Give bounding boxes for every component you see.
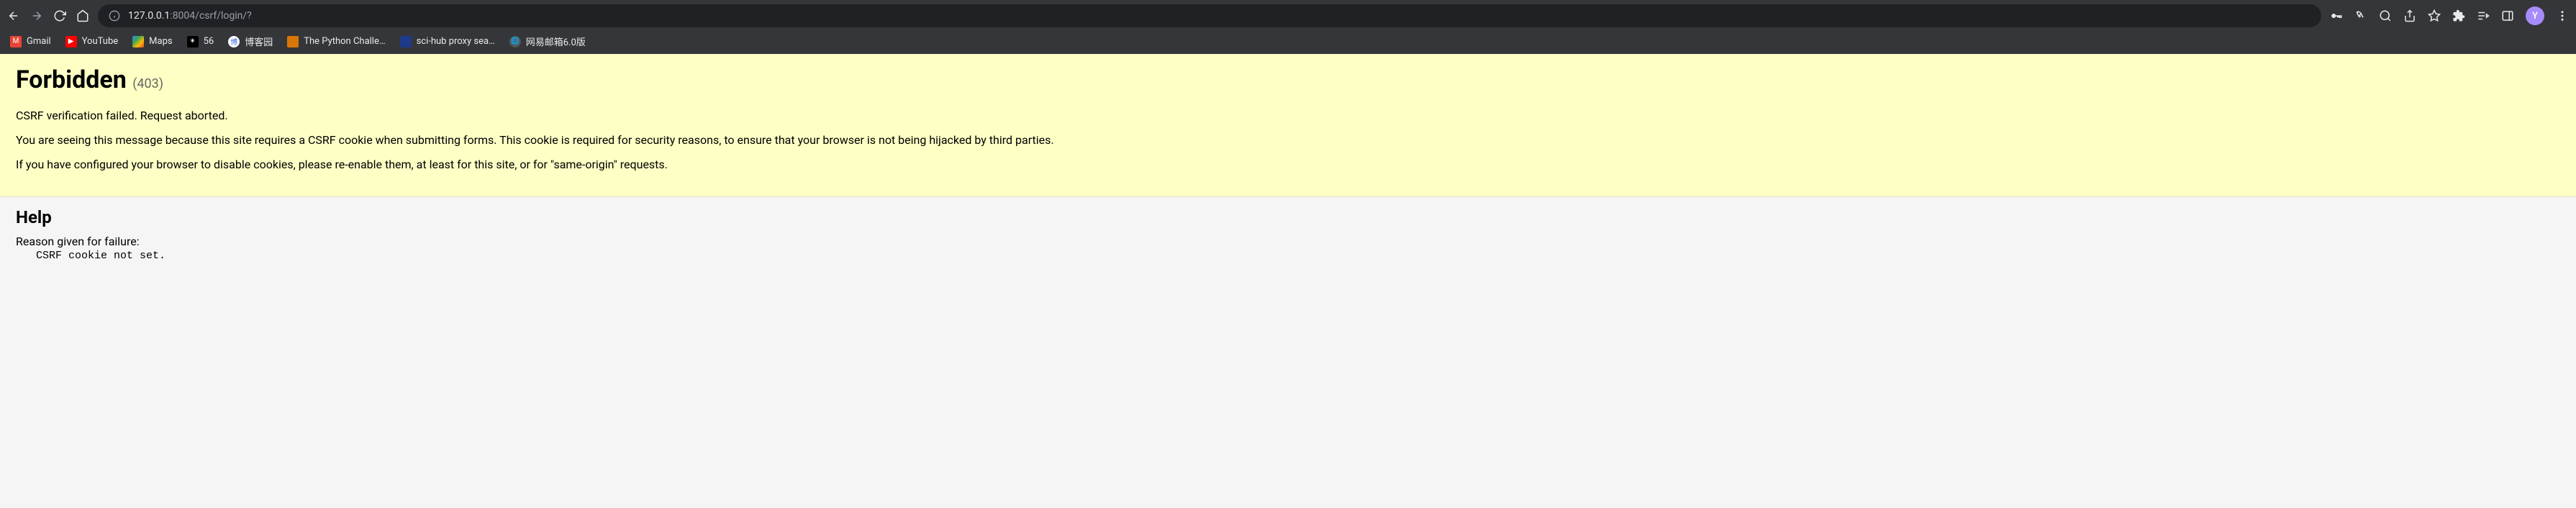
bookmark-netease[interactable]: 🌐 网易邮箱6.0版 <box>509 35 586 48</box>
error-message-3: If you have configured your browser to d… <box>16 156 2560 173</box>
maps-icon <box>132 36 144 47</box>
back-button[interactable] <box>7 9 20 22</box>
bookmark-bokeyuan[interactable]: 博 博客园 <box>228 35 273 48</box>
cnblogs-icon: 博 <box>228 36 240 47</box>
bookmark-youtube[interactable]: ▶ YouTube <box>65 36 119 47</box>
bookmark-star-icon[interactable] <box>2428 9 2441 22</box>
page-title: Forbidden (403) <box>16 65 2560 94</box>
url-path: /csrf/login/? <box>195 10 252 22</box>
gmail-icon: M <box>10 36 22 47</box>
url-text: 127.0.0.1:8004/csrf/login/? <box>128 10 252 22</box>
profile-avatar[interactable]: Y <box>2526 6 2544 25</box>
nav-buttons <box>7 9 89 22</box>
browser-chrome: 127.0.0.1:8004/csrf/login/? <box>0 0 2576 54</box>
site-info-icon[interactable] <box>108 9 121 22</box>
help-reason-label: Reason given for failure: <box>16 235 2560 248</box>
help-reason-code: CSRF cookie not set. <box>16 250 2560 262</box>
globe-icon: 🌐 <box>509 36 521 47</box>
bookmark-56[interactable]: ✶ 56 <box>187 36 214 47</box>
bookmark-label: YouTube <box>82 36 119 47</box>
home-button[interactable] <box>76 9 89 22</box>
bookmark-label: Gmail <box>27 36 51 47</box>
bookmark-label: 博客园 <box>245 35 273 48</box>
menu-icon[interactable] <box>2556 9 2569 22</box>
browser-toolbar: 127.0.0.1:8004/csrf/login/? <box>0 0 2576 32</box>
share-icon[interactable] <box>2403 9 2416 22</box>
error-title-text: Forbidden <box>16 65 127 94</box>
error-message-2: You are seeing this message because this… <box>16 132 2560 149</box>
error-code: (403) <box>132 76 163 91</box>
reading-list-icon[interactable] <box>2477 9 2490 22</box>
bookmark-label: 网易邮箱6.0版 <box>526 35 586 48</box>
bookmark-label: sci-hub proxy sea… <box>417 36 495 47</box>
page-content: Forbidden (403) CSRF verification failed… <box>0 54 2576 272</box>
forward-button[interactable] <box>30 9 43 22</box>
url-port: :8004 <box>170 10 195 22</box>
bookmark-maps[interactable]: Maps <box>132 36 172 47</box>
bookmark-label: Maps <box>149 36 172 47</box>
bookmark-python-challenge[interactable]: The Python Challe… <box>287 36 385 47</box>
help-title: Help <box>16 207 2560 227</box>
extensions-icon[interactable] <box>2452 9 2465 22</box>
python-challenge-icon <box>287 36 299 47</box>
bookmark-gmail[interactable]: M Gmail <box>10 36 51 47</box>
zoom-icon[interactable] <box>2379 9 2392 22</box>
translate-icon[interactable] <box>2354 9 2367 22</box>
password-key-icon[interactable] <box>2330 9 2343 22</box>
address-bar[interactable]: 127.0.0.1:8004/csrf/login/? <box>98 4 2321 27</box>
bookmarks-bar: M Gmail ▶ YouTube Maps ✶ 56 博 博客园 The Py… <box>0 32 2576 54</box>
scihub-icon <box>400 36 412 47</box>
error-message-1: CSRF verification failed. Request aborte… <box>16 107 2560 124</box>
reload-button[interactable] <box>53 9 66 22</box>
help-section: Help Reason given for failure: CSRF cook… <box>0 197 2576 272</box>
youtube-icon: ▶ <box>65 36 77 47</box>
bookmark-label: The Python Challe… <box>304 36 385 47</box>
person-icon: ✶ <box>187 36 199 47</box>
url-host: 127.0.0.1 <box>128 10 170 22</box>
toolbar-right: Y <box>2330 6 2569 25</box>
bookmark-label: 56 <box>204 36 214 47</box>
bookmark-scihub[interactable]: sci-hub proxy sea… <box>400 36 495 47</box>
side-panel-icon[interactable] <box>2501 9 2514 22</box>
error-section: Forbidden (403) CSRF verification failed… <box>0 54 2576 197</box>
